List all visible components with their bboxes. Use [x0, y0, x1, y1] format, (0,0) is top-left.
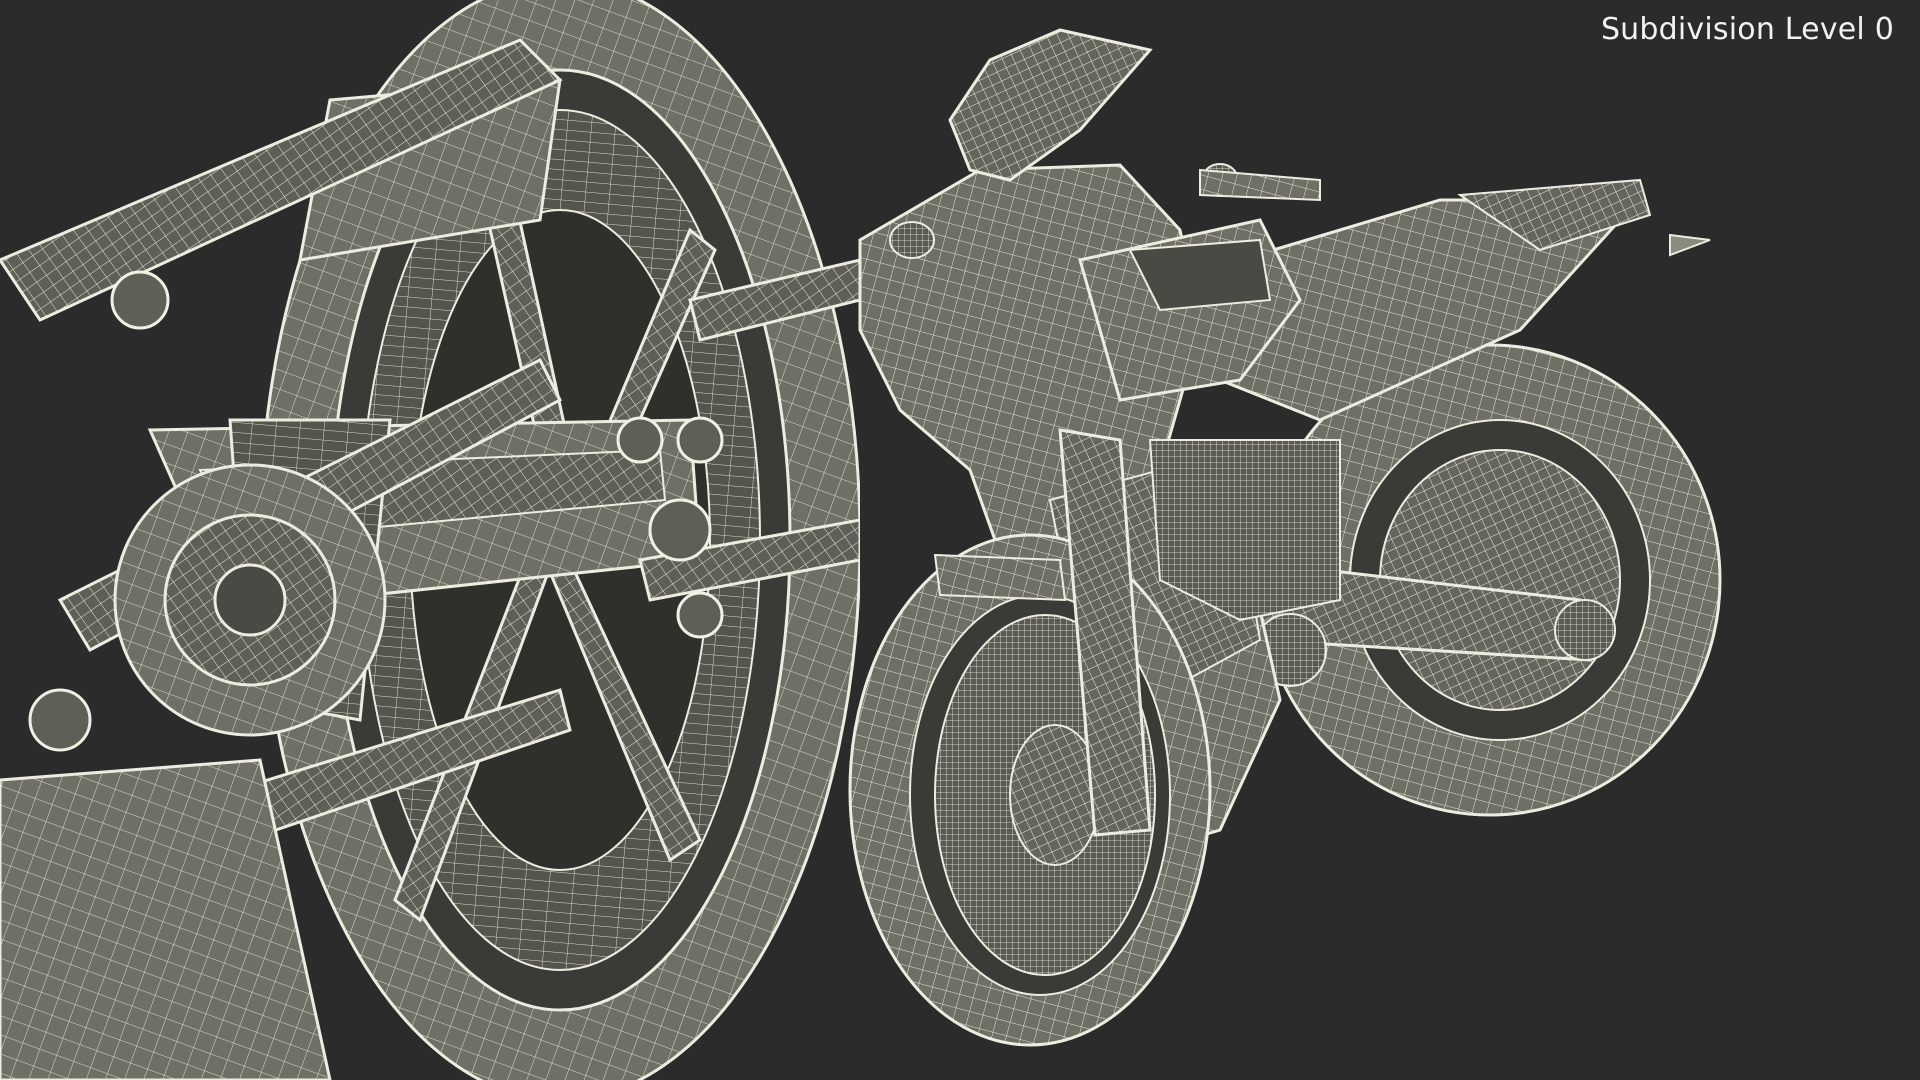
wireframe-closeup-view: [0, 0, 860, 1080]
subdivision-level-label: Subdivision Level 0: [1600, 12, 1894, 47]
front-wheel: [848, 533, 1212, 1047]
wireframe-motorcycle-view: [848, 28, 1722, 1047]
drive-hub: [113, 463, 387, 737]
render-viewport: Subdivision Level 0: [0, 0, 1920, 1080]
windscreen: [948, 28, 1153, 182]
handlebar: [1199, 168, 1321, 202]
